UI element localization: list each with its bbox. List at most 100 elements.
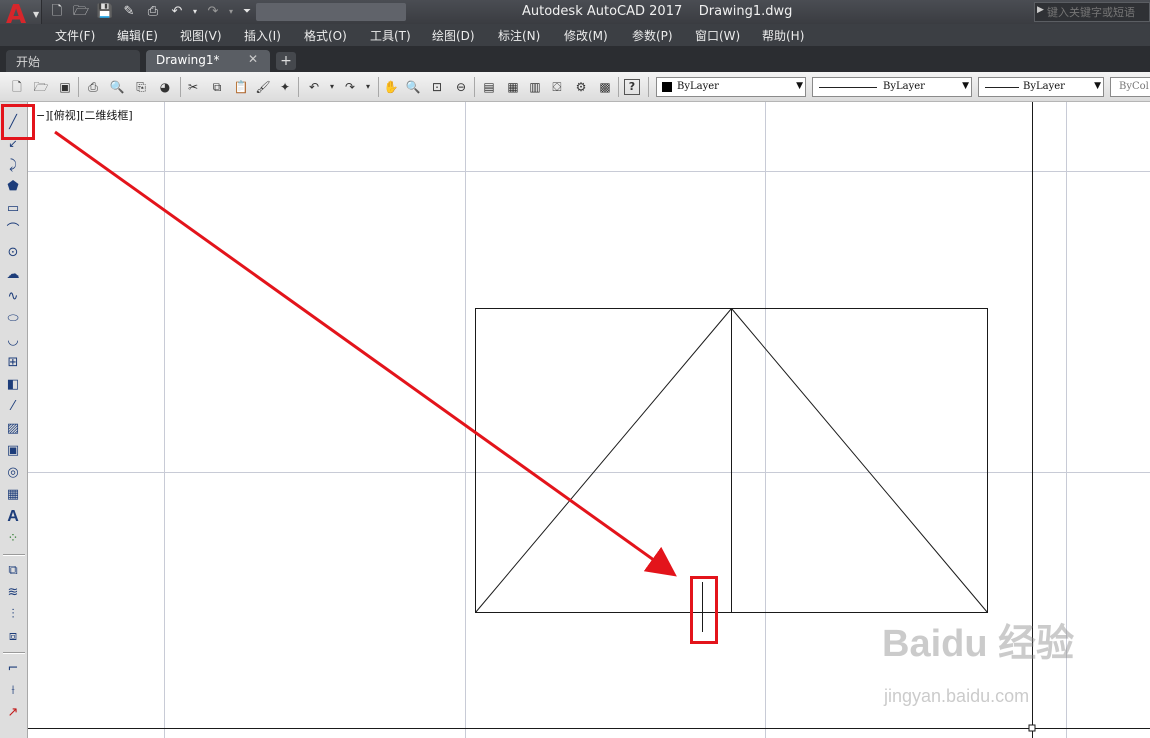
undo-icon[interactable]: ↶ (168, 3, 186, 21)
lineweight-value: ByLayer (1023, 81, 1065, 92)
hatch-icon[interactable]: ▨ (4, 420, 22, 438)
undo-dropdown-icon[interactable]: ▾ (323, 78, 341, 96)
toolbar-separator (298, 77, 299, 97)
chevron-down-icon: ▼ (1094, 81, 1101, 91)
add-selected-icon[interactable]: ⁘ (4, 530, 22, 548)
toolbar-separator (648, 77, 649, 97)
polygon-icon[interactable]: ⬟ (4, 178, 22, 196)
menu-help[interactable]: 帮助(H) (762, 27, 804, 44)
menu-file[interactable]: 文件(F) (55, 27, 95, 44)
right-diagonal-line[interactable] (731, 308, 988, 613)
circle-icon[interactable]: ⊙ (4, 244, 22, 262)
search-box[interactable]: ▶ (1034, 2, 1150, 22)
undo-icon[interactable]: ↶ (305, 78, 323, 96)
sheet-set-icon[interactable]: ⛋ (548, 78, 566, 96)
undo-dropdown-icon[interactable]: ▾ (186, 3, 204, 21)
tab-drawing1[interactable]: Drawing1* ✕ (146, 50, 270, 72)
publish-icon[interactable]: ⎘ (132, 78, 150, 96)
mtext-icon[interactable]: A (4, 508, 22, 526)
workspace-selector[interactable] (256, 3, 406, 21)
menu-view[interactable]: 视图(V) (180, 27, 222, 44)
chevron-down-icon: ▼ (33, 10, 40, 19)
redo-icon[interactable]: ↷ (341, 78, 359, 96)
layer-previous-icon[interactable]: ⫶ (4, 606, 22, 624)
menu-modify[interactable]: 修改(M) (564, 27, 608, 44)
match-properties-icon[interactable]: 🖌 (254, 78, 272, 96)
layer-state-icon[interactable]: ≋ (4, 584, 22, 602)
gradient-icon[interactable]: ▣ (4, 442, 22, 460)
rectangle-icon[interactable]: ▭ (4, 200, 22, 218)
extend-icon[interactable]: ↗ (4, 704, 22, 722)
properties-icon[interactable]: ▤ (480, 78, 498, 96)
pan-icon[interactable]: ✋ (382, 78, 400, 96)
toolbar-separator (3, 554, 25, 556)
copy-icon[interactable]: ⧉ (208, 78, 226, 96)
menu-edit[interactable]: 编辑(E) (117, 27, 158, 44)
spline-icon[interactable]: ∿ (4, 288, 22, 306)
viewport-controls-label[interactable]: −][俯视][二维线框] (36, 107, 133, 123)
menu-dimension[interactable]: 标注(N) (498, 27, 540, 44)
new-file-icon[interactable]: 🗋 (8, 78, 26, 96)
make-block-icon[interactable]: ◧ (4, 376, 22, 394)
new-tab-button[interactable]: + (276, 52, 296, 70)
watermark-brand: Baidu 经验 (882, 623, 1075, 665)
revision-cloud-icon[interactable]: ☁ (4, 266, 22, 284)
annotation-arrow (54, 130, 677, 577)
point-icon[interactable]: ⁄ (4, 398, 22, 416)
insert-block-icon[interactable]: ⊞ (4, 354, 22, 372)
table-icon[interactable]: ▦ (4, 486, 22, 504)
menu-window[interactable]: 窗口(W) (695, 27, 740, 44)
title-bar: A ▼ 🗋 🗁 💾 ✎ ⎙ ↶ ▾ ↷ ▾ ⏷ Autodesk AutoCAD… (0, 0, 1150, 30)
region-icon[interactable]: ◎ (4, 464, 22, 482)
ellipse-icon[interactable]: ⬭ (4, 310, 22, 328)
open-folder-icon[interactable]: 🗁 (72, 3, 90, 21)
ellipse-arc-icon[interactable]: ◡ (4, 332, 22, 350)
fillet-icon[interactable]: ⌐ (4, 660, 22, 678)
window-title: Autodesk AutoCAD 2017 Drawing1.dwg (522, 4, 793, 19)
tool-palettes-icon[interactable]: ▥ (526, 78, 544, 96)
polyline-icon[interactable]: ⤸ (4, 157, 22, 175)
tab-start[interactable]: 开始 (6, 50, 140, 72)
toolbar-separator (378, 77, 379, 97)
menu-parametric[interactable]: 参数(P) (632, 27, 673, 44)
3d-dwf-icon[interactable]: ◕ (156, 78, 174, 96)
plot-icon[interactable]: ⎙ (84, 78, 102, 96)
linetype-control[interactable]: ByLayer ▼ (812, 77, 972, 97)
trim-icon[interactable]: ⟊ (4, 682, 22, 700)
zoom-realtime-icon[interactable]: 🔍 (404, 78, 422, 96)
save-icon[interactable]: ▣ (56, 78, 74, 96)
menu-tools[interactable]: 工具(T) (370, 27, 411, 44)
linetype-value: ByLayer (883, 81, 925, 92)
arc-icon[interactable]: ⌒ (4, 222, 22, 240)
redo-dropdown-icon[interactable]: ▾ (359, 78, 377, 96)
zoom-window-icon[interactable]: ⊡ (428, 78, 446, 96)
watermark-url: jingyan.baidu.com (884, 686, 1030, 706)
cut-icon[interactable]: ✂ (184, 78, 202, 96)
plot-icon[interactable]: ⎙ (144, 3, 162, 21)
open-folder-icon[interactable]: 🗁 (32, 78, 50, 96)
new-file-icon[interactable]: 🗋 (48, 3, 66, 21)
help-icon[interactable]: ? (624, 79, 640, 95)
paste-icon[interactable]: 📋 (232, 78, 250, 96)
customize-toolbar-icon[interactable]: ⏷ (238, 3, 256, 21)
zoom-previous-icon[interactable]: ⊖ (452, 78, 470, 96)
save-icon[interactable]: 💾 (96, 3, 114, 21)
lineweight-control[interactable]: ByLayer ▼ (978, 77, 1104, 97)
color-value: ByLayer (677, 81, 719, 92)
close-icon[interactable]: ✕ (248, 52, 258, 66)
save-as-icon[interactable]: ✎ (120, 3, 138, 21)
layer-properties-icon[interactable]: ⧉ (4, 562, 22, 580)
menu-draw[interactable]: 绘图(D) (432, 27, 475, 44)
markup-icon[interactable]: ⚙ (572, 78, 590, 96)
plot-preview-icon[interactable]: 🔍 (108, 78, 126, 96)
design-center-icon[interactable]: ▦ (504, 78, 522, 96)
menu-format[interactable]: 格式(O) (304, 27, 347, 44)
redo-icon[interactable]: ↷ (204, 3, 222, 21)
color-control[interactable]: ByLayer ▼ (656, 77, 806, 97)
plotstyle-control[interactable]: ByCol (1110, 77, 1150, 97)
search-input[interactable] (1047, 4, 1147, 20)
menu-insert[interactable]: 插入(I) (244, 27, 281, 44)
quickcalc-icon[interactable]: ▩ (596, 78, 614, 96)
layer-isolate-icon[interactable]: ⧈ (4, 628, 22, 646)
block-editor-icon[interactable]: ✦ (276, 78, 294, 96)
